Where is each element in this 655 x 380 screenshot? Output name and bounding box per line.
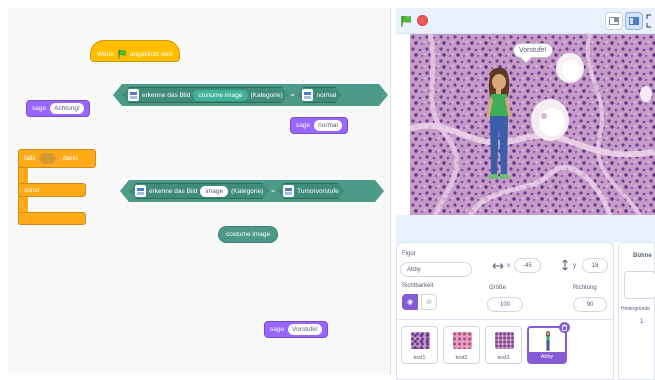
then-label: , dann xyxy=(59,155,78,162)
sprite-name: test2 xyxy=(455,355,468,361)
backdrops-count: 1 xyxy=(640,319,644,325)
backdrops-label: Hintergründe xyxy=(621,306,650,312)
sprite-thumbnail-test2[interactable]: test2 xyxy=(443,326,480,364)
category-value: normal xyxy=(316,91,337,99)
x-label: x xyxy=(507,263,510,269)
category-reporter[interactable]: Tumorvorstufe xyxy=(278,183,344,199)
fullscreen-icon[interactable] xyxy=(646,14,655,28)
sprite-thumbnail-image xyxy=(453,332,472,349)
say-verb: sage xyxy=(270,326,285,333)
else-label: sonst xyxy=(24,186,40,194)
classify-image-input[interactable]: costume image xyxy=(193,90,247,101)
sprite-thumbnail-image xyxy=(495,332,514,349)
size-label: Größe xyxy=(489,285,507,291)
say-text-input[interactable]: normal xyxy=(314,120,342,131)
abby-sprite[interactable] xyxy=(482,66,516,186)
reporter-label: costume image xyxy=(226,231,271,238)
classify-suffix: (Kategorie) xyxy=(250,91,283,99)
stage-header xyxy=(396,8,655,34)
condition-slot[interactable] xyxy=(38,153,57,164)
category-value: Tumorvorstufe xyxy=(297,187,339,195)
y-arrows-icon xyxy=(562,259,568,271)
small-stage-icon[interactable] xyxy=(605,12,623,30)
green-flag-icon[interactable] xyxy=(400,15,412,27)
abby-thumbnail-icon xyxy=(546,331,550,351)
speech-bubble: Vorstufe! xyxy=(513,43,553,58)
if-else-block[interactable]: falls , dann sonst xyxy=(18,149,96,225)
stage-canvas[interactable]: Vorstufe! xyxy=(410,34,655,215)
classify-label: erkenne das Bild xyxy=(142,91,191,99)
classify-reporter[interactable]: erkenne das Bild image (Kategorie) xyxy=(130,183,268,199)
sprite-thumbnail-image xyxy=(411,332,430,349)
direction-label: Richtung xyxy=(573,285,597,291)
y-position-field[interactable]: 18 xyxy=(582,258,608,273)
green-flag-icon xyxy=(118,49,126,59)
stage-thumbnail[interactable] xyxy=(624,271,655,299)
else-header: sonst xyxy=(18,183,86,197)
sprite-thumbnail-test1[interactable]: test1 xyxy=(401,326,438,364)
sprite-name: test3 xyxy=(497,355,510,361)
classify-equals-block-normal[interactable]: erkenne das Bild costume image (Kategori… xyxy=(113,84,388,106)
if-label: falls xyxy=(24,155,36,162)
costume-image-reporter[interactable]: costume image xyxy=(218,226,279,243)
stop-icon[interactable] xyxy=(417,15,428,26)
ml-extension-icon xyxy=(128,89,139,101)
size-field[interactable]: 100 xyxy=(487,297,523,312)
say-block-achtung[interactable]: sage Achtung! xyxy=(26,100,90,117)
stage-pane-title: Bühne xyxy=(633,253,652,259)
stage-footer xyxy=(396,215,655,242)
sprite-label: Figur xyxy=(402,251,416,257)
ml-extension-icon xyxy=(135,185,146,197)
hat-suffix: angeklickt wird xyxy=(129,50,173,58)
sprite-name: Abby xyxy=(529,352,565,362)
ml-extension-icon xyxy=(283,185,294,197)
say-verb: sage xyxy=(296,122,311,129)
sprite-name-field[interactable]: Abby xyxy=(400,262,472,277)
say-verb: sage xyxy=(32,105,47,112)
sprite-thumbnail-test3[interactable]: test3 xyxy=(485,326,522,364)
when-flag-clicked-block[interactable]: Wenn angeklickt wird xyxy=(90,40,180,62)
say-block-normal[interactable]: sage normal xyxy=(290,117,348,134)
say-text-input[interactable]: Achtung! xyxy=(50,103,84,114)
direction-field[interactable]: 90 xyxy=(573,297,607,312)
classify-label: erkenne das Bild xyxy=(149,187,198,195)
x-arrows-icon xyxy=(492,263,504,269)
y-label: y xyxy=(573,263,576,269)
ml-extension-icon xyxy=(302,89,313,101)
if-header: falls , dann xyxy=(18,149,96,168)
histology-backdrop xyxy=(410,34,655,215)
visibility-label: Sichtbarkeit xyxy=(402,283,434,289)
classify-equals-block-tumorvorstufe[interactable]: erkenne das Bild image (Kategorie) = Tum… xyxy=(120,180,384,202)
equals-operator: = xyxy=(290,91,295,99)
show-sprite-eye-icon[interactable]: ◉ xyxy=(402,294,418,310)
sprite-name: test1 xyxy=(413,355,426,361)
classify-suffix: (Kategorie) xyxy=(231,187,264,195)
hide-sprite-eye-icon[interactable]: ⊘ xyxy=(421,294,437,310)
classify-image-input[interactable]: image xyxy=(200,186,228,197)
hat-prefix: Wenn xyxy=(97,50,114,58)
equals-operator: = xyxy=(271,187,276,195)
x-position-field[interactable]: -45 xyxy=(514,258,541,273)
stage-selector-pane[interactable]: Bühne Hintergründe 1 xyxy=(618,242,655,380)
delete-sprite-icon[interactable] xyxy=(559,322,570,333)
if-else-footer xyxy=(18,212,86,225)
category-reporter[interactable]: normal xyxy=(297,87,341,103)
say-block-vorstufe[interactable]: sage Vorstufe! xyxy=(264,321,328,338)
classify-reporter[interactable]: erkenne das Bild costume image (Kategori… xyxy=(123,87,288,103)
say-text-input[interactable]: Vorstufe! xyxy=(288,324,322,335)
code-area[interactable]: Wenn angeklickt wird sage Achtung! erken… xyxy=(8,8,391,374)
normal-stage-icon[interactable] xyxy=(625,12,643,30)
